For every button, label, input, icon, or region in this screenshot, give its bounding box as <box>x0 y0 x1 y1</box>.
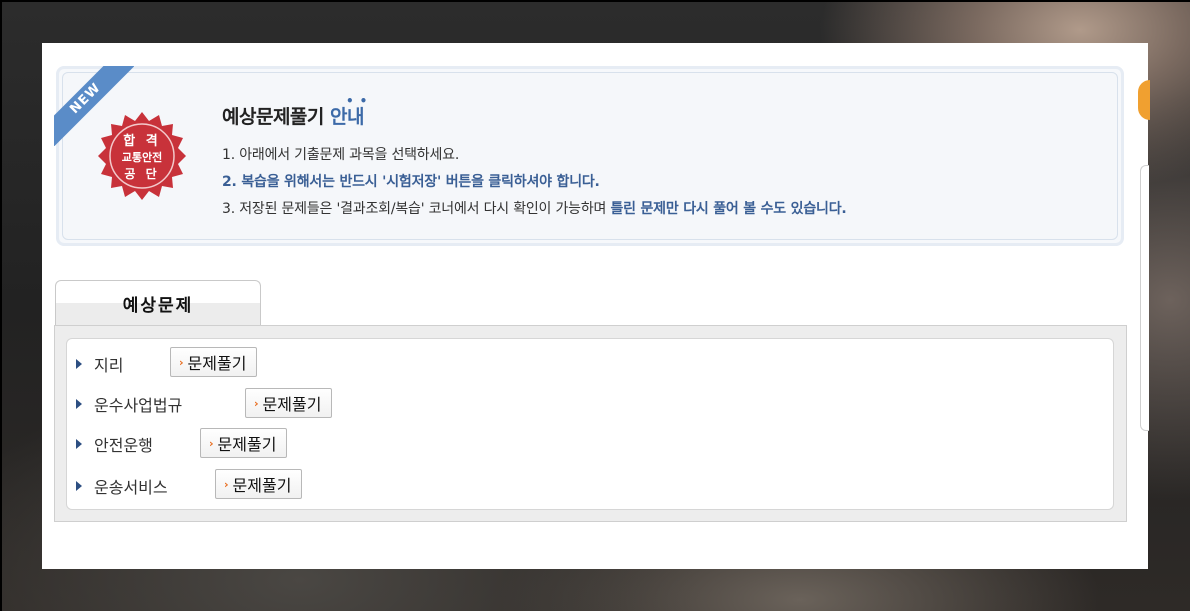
frame-top <box>0 0 1190 2</box>
bullet-arrow-icon <box>76 359 82 369</box>
list-item: 운송서비스 <box>76 470 168 502</box>
tab-expected-questions[interactable]: 예상문제 <box>55 280 261 325</box>
side-widget-tab[interactable] <box>1138 80 1150 120</box>
tab-label: 예상문제 <box>122 296 194 316</box>
bullet-arrow-icon <box>76 439 82 449</box>
subject-label: 지리 <box>94 356 124 375</box>
chevron-right-icon: › <box>179 355 184 369</box>
solve-button[interactable]: › 문제풀기 <box>245 388 333 418</box>
side-panel-edge <box>1140 165 1149 431</box>
guide-box <box>56 66 1124 246</box>
subject-label: 안전운행 <box>94 436 153 455</box>
subject-label: 운수사업법규 <box>94 396 183 415</box>
chevron-right-icon: › <box>254 396 259 410</box>
chevron-right-icon: › <box>209 436 214 450</box>
guide-line-3: 3. 저장된 문제들은 '결과조회/복습' 코너에서 다시 확인이 가능하며 틀… <box>222 201 847 217</box>
solve-button[interactable]: › 문제풀기 <box>215 469 303 499</box>
list-item: 안전운행 <box>76 428 153 460</box>
guide-line-2: 2. 복습을 위해서는 반드시 '시험저장' 버튼을 클릭하셔야 합니다. <box>222 174 600 190</box>
pass-seal-text: 합 격 교통안전 공 단 <box>121 134 163 181</box>
guide-line-1: 1. 아래에서 기출문제 과목을 선택하세요. <box>222 147 460 163</box>
subject-label: 운송서비스 <box>94 478 168 497</box>
bullet-arrow-icon <box>76 481 82 491</box>
title-dots-decoration: •• <box>346 94 374 108</box>
solve-button[interactable]: › 문제풀기 <box>200 428 288 458</box>
frame-left <box>0 0 2 611</box>
bullet-arrow-icon <box>76 399 82 409</box>
solve-button[interactable]: › 문제풀기 <box>170 347 258 377</box>
chevron-right-icon: › <box>224 477 229 491</box>
list-item: 운수사업법규 <box>76 388 182 420</box>
list-item: 지리 <box>76 348 123 380</box>
guide-title: 예상문제풀기 안내 •• <box>222 94 374 128</box>
guide-title-accent: 안내 <box>330 106 364 128</box>
